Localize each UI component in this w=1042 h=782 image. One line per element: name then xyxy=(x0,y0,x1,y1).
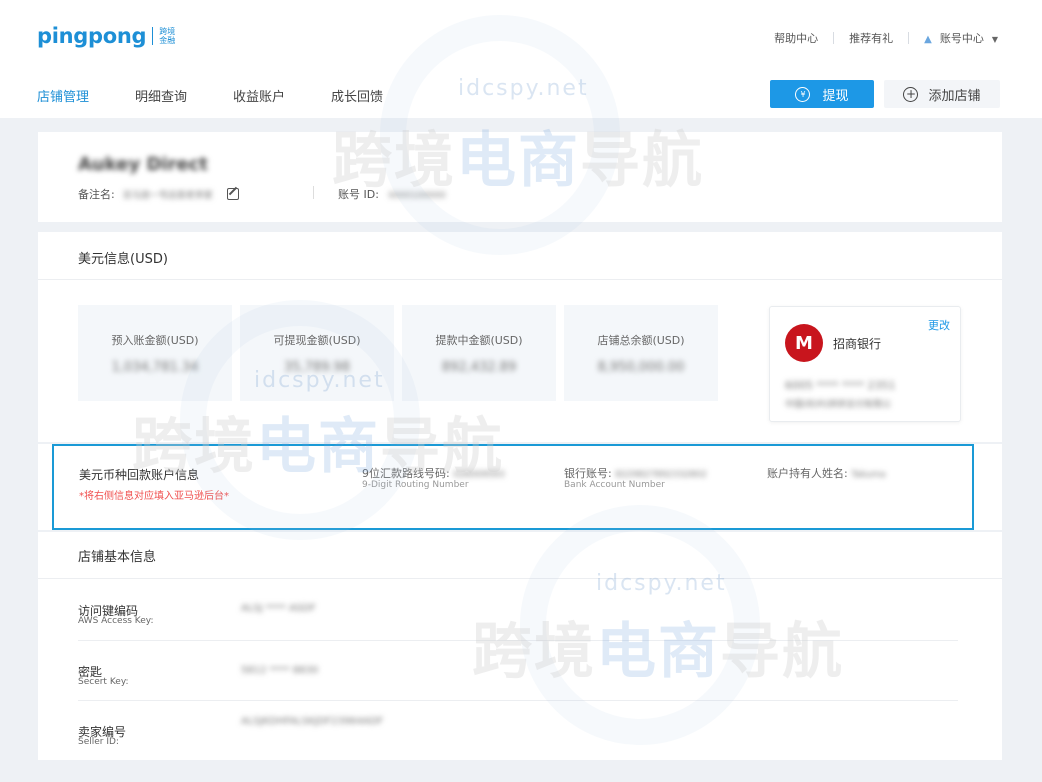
seller-id-value: ALSJKDHFALSKJDF23964ADF xyxy=(241,716,384,727)
account-id-value: 0000100000 xyxy=(388,191,446,201)
usd-section-title: 美元信息(USD) xyxy=(78,252,168,267)
balance-pending: 预入账金额(USD) 1,034,781.34 xyxy=(78,305,232,401)
add-store-label: 添加店铺 xyxy=(928,88,981,104)
account-id-label: 账号 ID: xyxy=(338,188,379,201)
store-remark: 备注名: 亚马逊一号店是老李家 xyxy=(78,186,239,202)
usd-card: 美元信息(USD) 预入账金额(USD) 1,034,781.34 可提现金额(… xyxy=(38,232,1002,442)
access-key-sub-label: AWS Access Key: xyxy=(78,616,154,626)
row-divider xyxy=(78,700,958,701)
cmb-bank-logo-icon: M xyxy=(785,324,823,362)
main-nav: 店铺管理 明细查询 收益账户 成长回馈 xyxy=(37,86,429,105)
referral-link[interactable]: 推荐有礼 xyxy=(834,30,908,46)
balance-label: 提款中金额(USD) xyxy=(435,334,523,347)
secret-key-sub-label: Secert Key: xyxy=(78,677,129,687)
balance-withdrawable: 可提现金额(USD) 35,789.98 xyxy=(240,305,394,401)
chevron-down-icon: ▼ xyxy=(991,35,998,44)
secret-key-value: 5812 **** 8830 xyxy=(241,665,319,676)
balance-label: 店铺总余额(USD) xyxy=(597,334,685,347)
remark-value: 亚马逊一号店是老李家 xyxy=(122,190,213,201)
account-id: 账号 ID: 0000100000 xyxy=(338,186,446,202)
tab-details-query[interactable]: 明细查询 xyxy=(135,86,187,105)
withdraw-label: 提现 xyxy=(822,88,849,104)
edit-icon[interactable] xyxy=(226,188,239,200)
basic-info-card: 店铺基本信息 xyxy=(38,532,1002,760)
seller-id-sub-label: Seller ID: xyxy=(78,737,119,747)
tab-earnings-account[interactable]: 收益账户 xyxy=(233,86,285,105)
balance-withdrawing: 提款中金额(USD) 892,432.89 xyxy=(402,305,556,401)
store-name: Aukey Direct xyxy=(78,154,208,175)
access-key-value: ALSJ **** ASDF xyxy=(241,603,316,614)
balance-label: 可提现金额(USD) xyxy=(273,334,361,347)
bank-card: 更改 M 招商银行 6005 **** **** 2351 中国(杭州)拼拼支付… xyxy=(769,306,961,422)
pingpong-logo[interactable]: pingpong 跨境金融 xyxy=(37,24,179,48)
section-divider xyxy=(38,279,1002,280)
balance-value: 1,034,781.34 xyxy=(111,360,199,375)
tab-store-management[interactable]: 店铺管理 xyxy=(37,86,89,105)
plus-circle-icon: + xyxy=(903,86,919,102)
tab-growth-rewards[interactable]: 成长回馈 xyxy=(331,86,383,105)
logo-separator xyxy=(152,27,154,45)
row-divider xyxy=(78,640,958,641)
bank-card-number: 6005 **** **** 2351 xyxy=(785,379,896,392)
bank-card-holder: 中国(杭州)拼拼支付有限公 xyxy=(785,400,892,410)
divider xyxy=(313,186,314,199)
balance-label: 预入账金额(USD) xyxy=(111,334,199,347)
add-store-button[interactable]: + 添加店铺 xyxy=(884,80,1000,108)
balance-value: 892,432.89 xyxy=(441,360,517,375)
yen-circle-icon: ¥ xyxy=(795,86,811,102)
logo-subtitle: 跨境金融 xyxy=(159,27,176,45)
help-center-link[interactable]: 帮助中心 xyxy=(759,30,833,46)
balance-value: 35,789.98 xyxy=(283,360,351,375)
highlight-box xyxy=(52,444,974,530)
balance-value: 8,950,000.00 xyxy=(597,360,685,375)
top-bar: pingpong 跨境金融 帮助中心 推荐有礼 ▲ 账号中心 ▼ 店铺管理 明细查询… xyxy=(0,0,1042,118)
basic-section-title: 店铺基本信息 xyxy=(78,550,157,565)
change-bank-link[interactable]: 更改 xyxy=(928,317,950,333)
account-menu-label: 账号中心 xyxy=(939,32,984,45)
top-links: 帮助中心 推荐有礼 ▲ 账号中心 ▼ xyxy=(759,30,998,46)
withdraw-button[interactable]: ¥ 提现 xyxy=(770,80,874,108)
logo-wordmark: pingpong xyxy=(37,24,147,48)
bank-name: 招商银行 xyxy=(833,337,882,351)
balance-total: 店铺总余额(USD) 8,950,000.00 xyxy=(564,305,718,401)
account-menu[interactable]: ▲ 账号中心 ▼ xyxy=(909,30,998,46)
section-divider xyxy=(38,578,1002,579)
remark-label: 备注名: xyxy=(78,188,115,201)
store-card: Aukey Direct 备注名: 亚马逊一号店是老李家 账号 ID: 0000… xyxy=(38,132,1002,222)
user-icon: ▲ xyxy=(924,34,932,45)
